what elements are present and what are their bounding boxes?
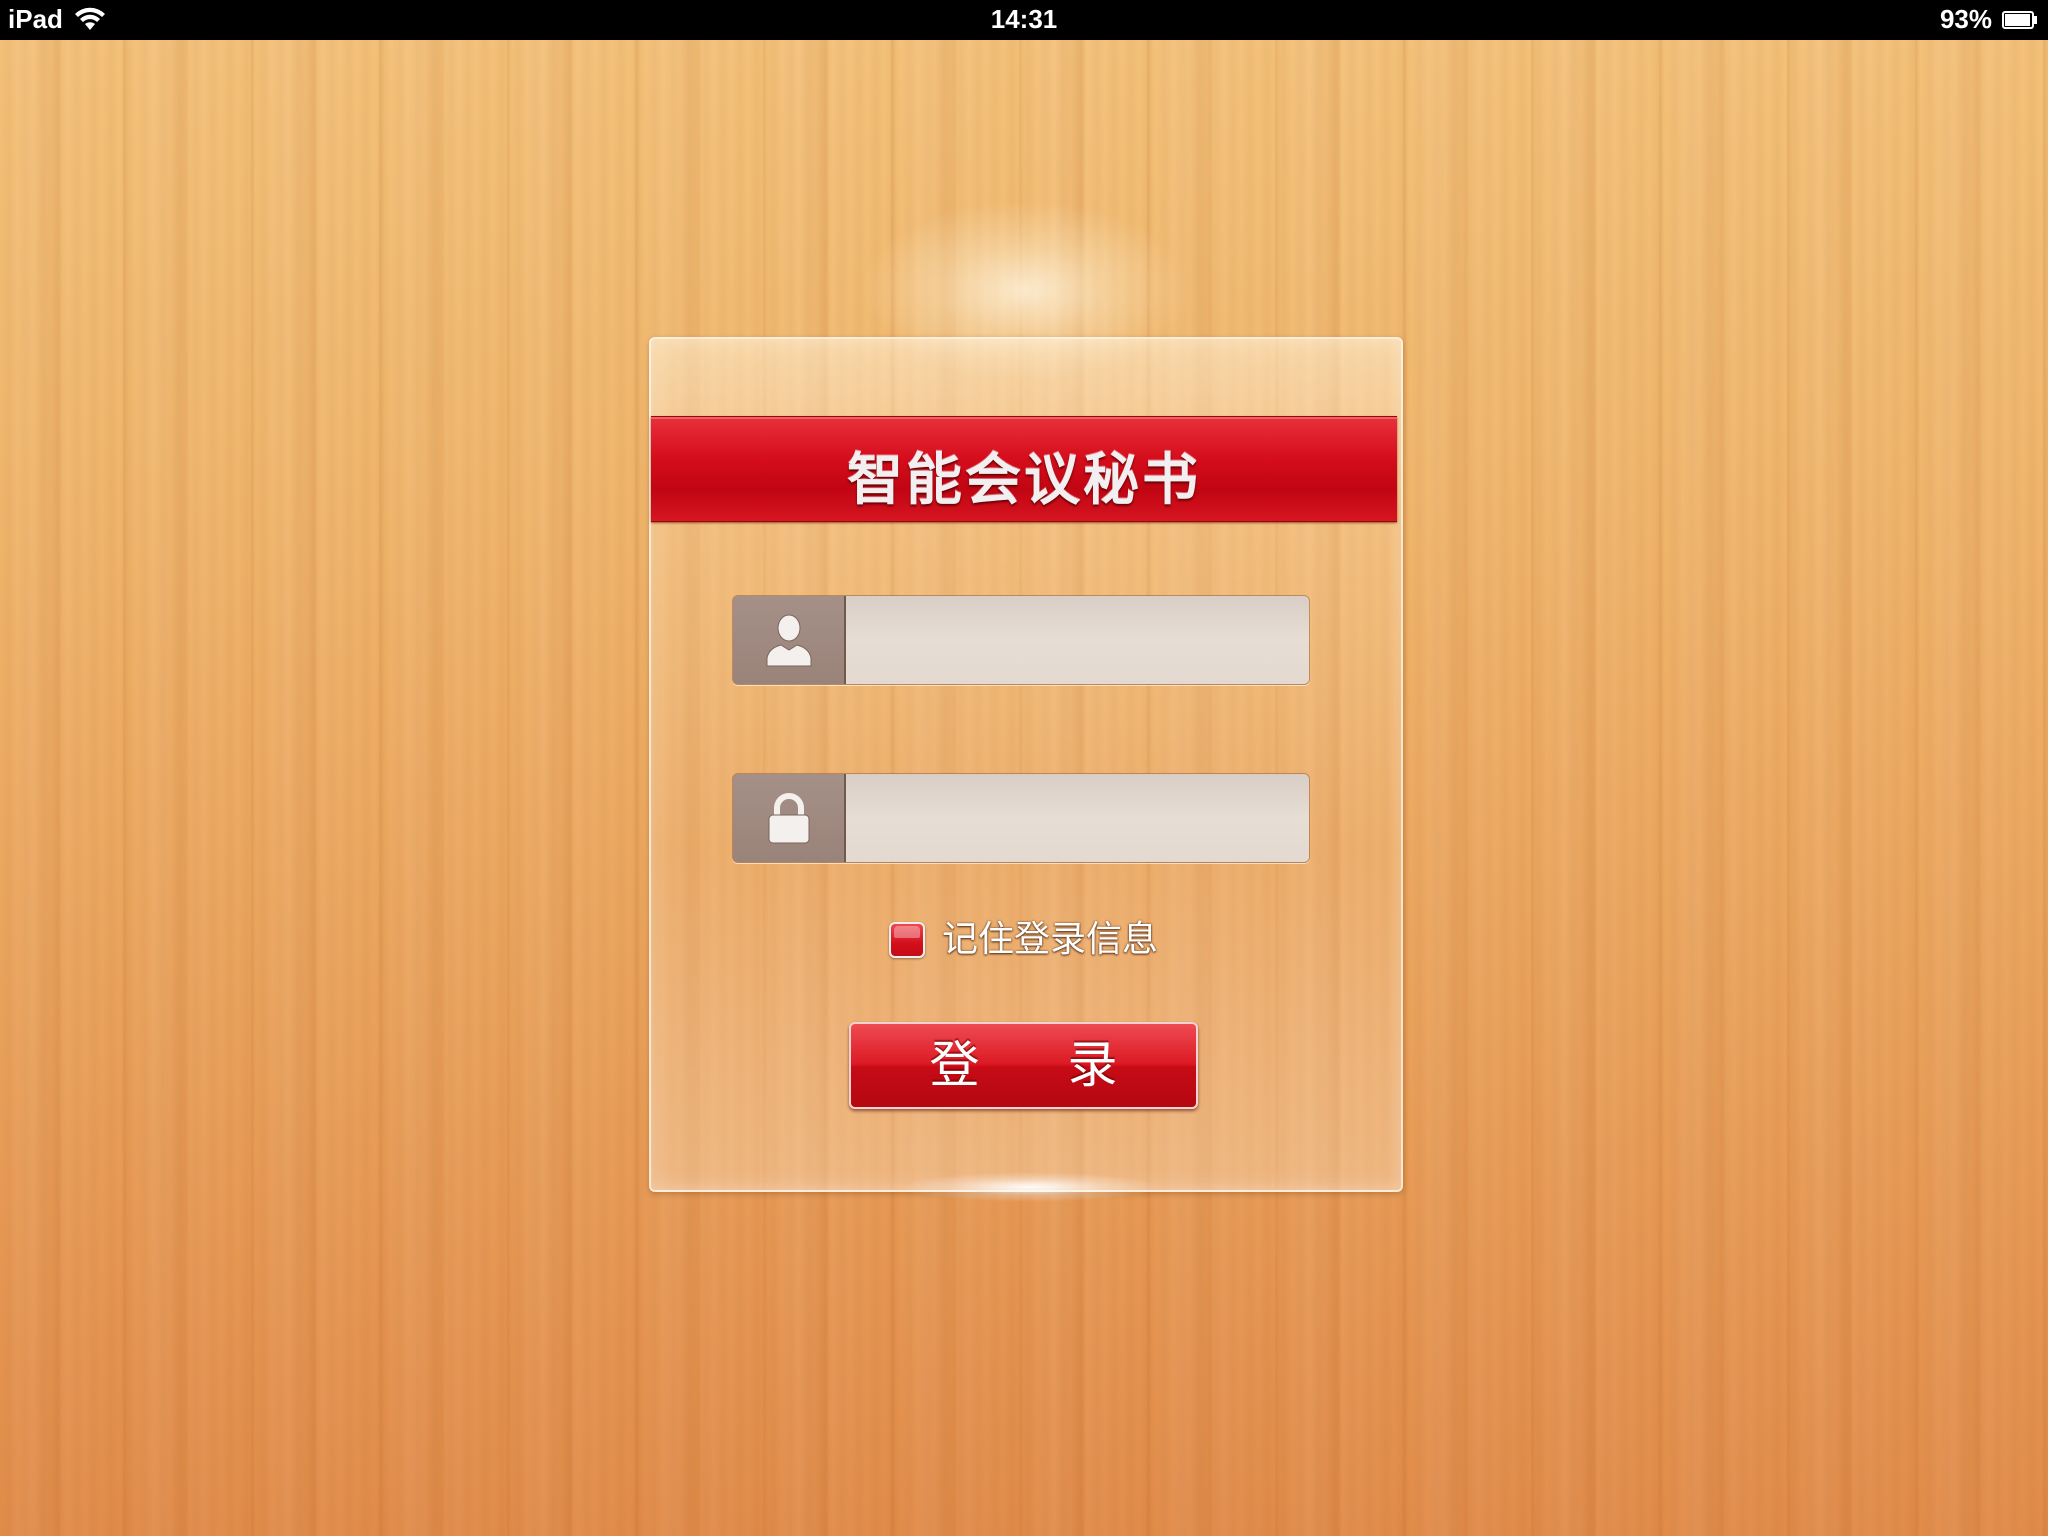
username-input[interactable]	[846, 596, 1309, 684]
panel-glow	[900, 1172, 1160, 1202]
user-icon	[766, 614, 812, 667]
password-field[interactable]	[732, 773, 1310, 863]
app-title: 智能会议秘书	[847, 448, 1201, 513]
status-bar: iPad 14:31 93%	[0, 0, 2048, 40]
login-button[interactable]: 登 录	[849, 1022, 1198, 1109]
username-field[interactable]	[732, 595, 1310, 685]
battery-icon	[2002, 11, 2037, 29]
remember-checkbox[interactable]	[889, 922, 925, 958]
title-banner: 智能会议秘书	[651, 416, 1397, 522]
lock-icon-box	[733, 774, 846, 862]
lock-icon	[768, 793, 810, 844]
battery-percent: 93%	[1939, 4, 1992, 34]
remember-label: 记住登录信息	[942, 919, 1159, 960]
clock: 14:31	[990, 4, 1058, 34]
password-input[interactable]	[846, 774, 1309, 862]
user-icon-box	[733, 596, 846, 684]
